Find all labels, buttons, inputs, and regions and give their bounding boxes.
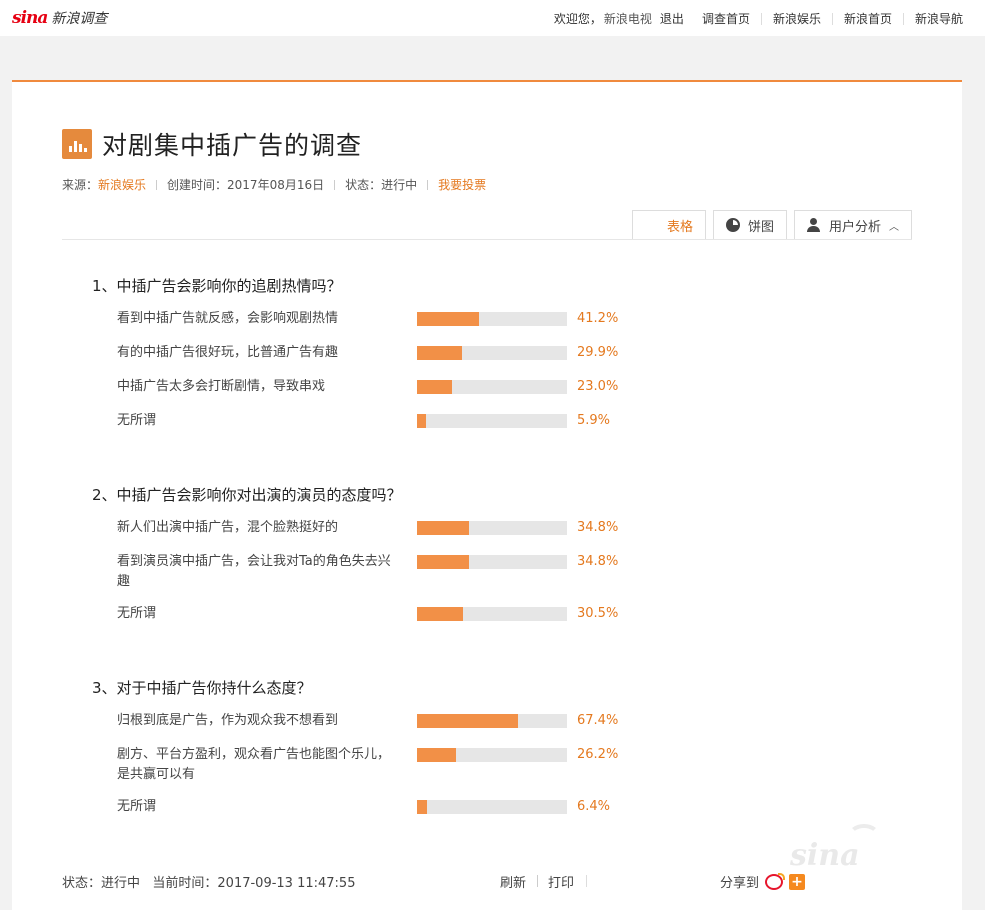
chevron-up-icon: ︿ [889, 221, 899, 233]
question-title: 1、中插广告会影响你的追剧热情吗？ [92, 277, 342, 295]
nav-survey-home[interactable]: 调查首页 [702, 10, 750, 27]
result-bar-fill [417, 748, 457, 762]
survey-card: 对剧集中插广告的调查 来源： 新浪娱乐 创建时间：2017年08月16日 状态：… [12, 80, 962, 910]
survey-meta: 来源： 新浪娱乐 创建时间：2017年08月16日 状态：进行中 我要投票 [62, 176, 486, 193]
question-title: 2、中插广告会影响你对出演的演员的态度吗？ [92, 486, 402, 504]
tab-pie[interactable]: 饼图 [712, 210, 787, 240]
nav-divider [831, 12, 833, 25]
option-percent: 67.4% [577, 713, 619, 728]
print-link[interactable]: 打印 [548, 872, 574, 891]
weibo-icon[interactable] [765, 872, 786, 890]
result-bar-track [417, 380, 567, 394]
result-bar-fill [417, 414, 426, 428]
option-percent: 23.0% [577, 379, 619, 394]
result-bar-fill [417, 607, 463, 621]
option-percent: 6.4% [577, 799, 611, 814]
created-date: 创建时间：2017年08月16日 [167, 178, 325, 192]
share-group: 分享到 + [720, 872, 806, 891]
option-percent: 5.9% [577, 413, 611, 428]
question: 1、中插广告会影响你的追剧热情吗？ 看到中插广告就反感，会影响观剧热情 41.2% 有… [92, 275, 618, 428]
result-bar-track [417, 555, 567, 569]
nav-sina-ent[interactable]: 新浪娱乐 [773, 10, 821, 27]
nav-divider [902, 12, 904, 25]
result-bar-fill [417, 555, 470, 569]
option-percent: 30.5% [577, 606, 619, 621]
section-divider [62, 239, 912, 240]
question-title: 3、对于中插广告你持什么态度？ [92, 679, 312, 697]
vote-link[interactable]: 我要投票 [438, 176, 486, 193]
result-bar-fill [417, 380, 452, 394]
result-bar-track [417, 607, 567, 621]
result-bar-fill [417, 800, 427, 814]
tab-pie-label: 饼图 [747, 219, 774, 235]
result-bar-track [417, 748, 567, 762]
option-percent: 29.9% [577, 345, 619, 360]
option-label: 有的中插广告很好玩，比普通广告有趣 [117, 345, 339, 360]
option-percent: 41.2% [577, 311, 619, 326]
option-percent: 26.2% [577, 747, 619, 762]
logout-link[interactable]: 退出 [660, 10, 684, 27]
question: 2、中插广告会影响你对出演的演员的态度吗？ 新人们出演中插广告，混个脸熟挺好的 34… [92, 484, 618, 621]
sina-watermark-logo: sina [790, 838, 860, 873]
result-bar-track [417, 312, 567, 326]
view-tabs: 表格 饼图 用户分析 ︿ [625, 210, 912, 240]
refresh-link[interactable]: 刷新 [500, 872, 526, 891]
option-label: 看到演员演中插广告，会让我对Ta的角色失去兴趣 [117, 554, 391, 589]
question: 3、对于中插广告你持什么态度？ 归根到底是广告，作为观众我不想看到 67.4% 剧方、… [92, 677, 618, 814]
result-bar-track [417, 714, 567, 728]
pie-chart-icon [725, 218, 740, 232]
result-bar-track [417, 346, 567, 360]
option-label: 无所谓 [117, 413, 157, 428]
more-share-icon[interactable]: + [789, 873, 806, 890]
option-percent: 34.8% [577, 554, 619, 569]
result-bar-track [417, 800, 567, 814]
option-label: 新人们出演中插广告，混个脸熟挺好的 [117, 520, 339, 535]
option-label: 看到中插广告就反感，会影响观剧热情 [117, 311, 339, 326]
share-label: 分享到 [720, 876, 760, 891]
result-bar-fill [417, 714, 519, 728]
sina-survey-logo[interactable]: sina 新浪调查 [12, 8, 107, 28]
footer-divider [537, 875, 538, 887]
grid-icon [645, 218, 659, 232]
option-label: 中插广告太多会打断剧情，导致串戏 [117, 379, 326, 394]
option-label: 剧方、平台方盈利，观众看广告也能图个乐儿，是共赢可以有 [117, 747, 391, 782]
bar-chart-icon [62, 129, 92, 159]
user-icon [806, 218, 821, 232]
tab-user-analysis-label: 用户分析 [828, 219, 881, 235]
survey-status: 状态：进行中 [345, 178, 418, 192]
tab-table-label: 表格 [666, 219, 693, 235]
welcome-text: 欢迎您， [553, 12, 602, 26]
result-bar-track [417, 521, 567, 535]
meta-divider [156, 179, 158, 190]
footer-status: 状态：进行中 当前时间：2017-09-13 11:47:55 [62, 876, 356, 891]
tab-table[interactable]: 表格 [631, 210, 706, 240]
result-bar-track [417, 414, 567, 428]
sina-watermark-eye [848, 824, 880, 848]
top-nav: 欢迎您， 新浪电视 退出 调查首页 新浪娱乐 新浪首页 新浪导航 [554, 10, 963, 27]
top-bar: sina 新浪调查 欢迎您， 新浪电视 退出 调查首页 新浪娱乐 新浪首页 新浪… [0, 0, 985, 36]
sina-logo-mark: sina [12, 8, 48, 28]
result-bar-fill [417, 312, 479, 326]
nav-sina-guide[interactable]: 新浪导航 [915, 10, 963, 27]
source-link[interactable]: 新浪娱乐 [98, 176, 146, 193]
logo-text: 新浪调查 [51, 11, 108, 27]
page-title: 对剧集中插广告的调查 [102, 131, 363, 160]
footer-divider [586, 875, 587, 887]
option-percent: 34.8% [577, 520, 619, 535]
option-label: 无所谓 [117, 799, 157, 814]
option-label: 无所谓 [117, 606, 157, 621]
result-bar-fill [417, 346, 462, 360]
option-label: 归根到底是广告，作为观众我不想看到 [117, 713, 339, 728]
tab-user-analysis[interactable]: 用户分析 ︿ [793, 210, 912, 240]
nav-divider [760, 12, 762, 25]
survey-title-row: 对剧集中插广告的调查 [62, 126, 362, 162]
username: 新浪电视 [603, 12, 652, 26]
meta-divider [334, 179, 336, 190]
meta-divider [427, 179, 429, 190]
result-bar-fill [417, 521, 470, 535]
nav-sina-home[interactable]: 新浪首页 [844, 10, 892, 27]
source-label: 来源： [62, 178, 99, 192]
